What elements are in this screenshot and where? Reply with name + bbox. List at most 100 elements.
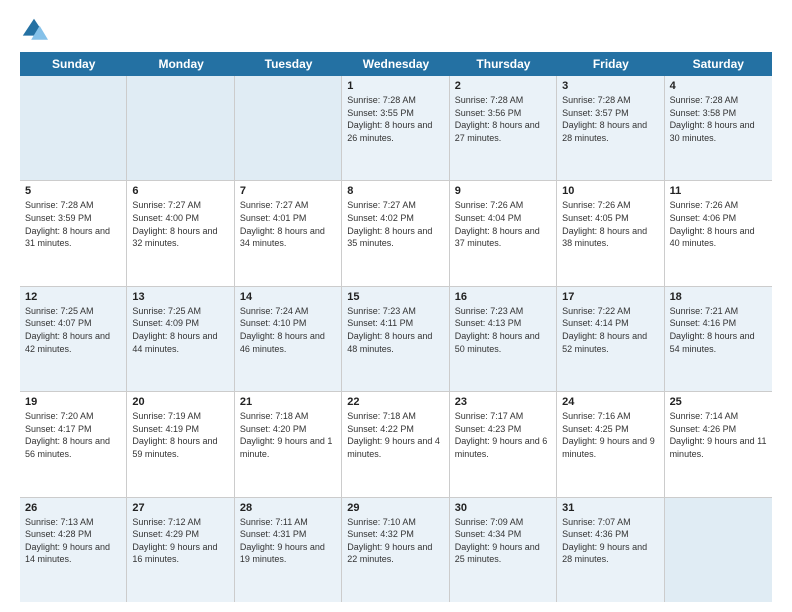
calendar: SundayMondayTuesdayWednesdayThursdayFrid… <box>20 52 772 602</box>
day-info: Sunrise: 7:16 AM Sunset: 4:25 PM Dayligh… <box>562 410 658 460</box>
day-number: 22 <box>347 396 443 408</box>
day-number: 9 <box>455 185 551 197</box>
header-cell-tuesday: Tuesday <box>235 52 342 76</box>
day-info: Sunrise: 7:27 AM Sunset: 4:00 PM Dayligh… <box>132 199 228 249</box>
day-cell-30: 30Sunrise: 7:09 AM Sunset: 4:34 PM Dayli… <box>450 498 557 602</box>
day-number: 15 <box>347 291 443 303</box>
empty-cell <box>20 76 127 180</box>
day-info: Sunrise: 7:26 AM Sunset: 4:04 PM Dayligh… <box>455 199 551 249</box>
day-number: 4 <box>670 80 767 92</box>
day-cell-11: 11 Sunrise: 7:26 AM Sunset: 4:06 PM Dayli… <box>665 181 772 285</box>
header-cell-saturday: Saturday <box>665 52 772 76</box>
day-cell-27: 27 Sunrise: 7:12 AM Sunset: 4:29 PM Dayli… <box>127 498 234 602</box>
header-cell-friday: Friday <box>557 52 664 76</box>
day-info: Sunrise: 7:18 AM Sunset: 4:20 PM Dayligh… <box>240 410 336 460</box>
day-info: Sunrise: 7:27 AM Sunset: 4:01 PM Dayligh… <box>240 199 336 249</box>
day-info: Sunrise: 7:24 AM Sunset: 4:10 PM Dayligh… <box>240 305 336 355</box>
header-cell-sunday: Sunday <box>20 52 127 76</box>
day-number: 13 <box>132 291 228 303</box>
day-cell-5: 5 Sunrise: 7:28 AM Sunset: 3:59 PM Daylig… <box>20 181 127 285</box>
day-cell-22: 22 Sunrise: 7:18 AM Sunset: 4:22 PM Dayli… <box>342 392 449 496</box>
day-info: Sunrise: 7:20 AM Sunset: 4:17 PM Dayligh… <box>25 410 121 460</box>
day-number: 11 <box>670 185 767 197</box>
day-info: Sunrise: 7:25 AM Sunset: 4:09 PM Dayligh… <box>132 305 228 355</box>
day-info: Sunrise: 7:18 AM Sunset: 4:22 PM Dayligh… <box>347 410 443 460</box>
page: SundayMondayTuesdayWednesdayThursdayFrid… <box>0 0 792 612</box>
day-info: Sunrise: 7:28 AM Sunset: 3:55 PM Dayligh… <box>347 94 443 144</box>
day-info: Sunrise: 7:21 AM Sunset: 4:16 PM Dayligh… <box>670 305 767 355</box>
day-cell-15: 15 Sunrise: 7:23 AM Sunset: 4:11 PM Dayli… <box>342 287 449 391</box>
header-cell-thursday: Thursday <box>450 52 557 76</box>
day-number: 31 <box>562 502 658 514</box>
day-info: Sunrise: 7:22 AM Sunset: 4:14 PM Dayligh… <box>562 305 658 355</box>
day-number: 27 <box>132 502 228 514</box>
logo <box>20 16 52 44</box>
day-number: 19 <box>25 396 121 408</box>
cal-row-3: 19 Sunrise: 7:20 AM Sunset: 4:17 PM Dayli… <box>20 392 772 497</box>
day-number: 29 <box>347 502 443 514</box>
day-number: 14 <box>240 291 336 303</box>
day-cell-9: 9 Sunrise: 7:26 AM Sunset: 4:04 PM Daylig… <box>450 181 557 285</box>
day-cell-21: 21 Sunrise: 7:18 AM Sunset: 4:20 PM Dayli… <box>235 392 342 496</box>
day-number: 12 <box>25 291 121 303</box>
day-info: Sunrise: 7:17 AM Sunset: 4:23 PM Dayligh… <box>455 410 551 460</box>
day-info: Sunrise: 7:13 AM Sunset: 4:28 PM Dayligh… <box>25 516 121 566</box>
day-cell-10: 10 Sunrise: 7:26 AM Sunset: 4:05 PM Dayli… <box>557 181 664 285</box>
day-number: 10 <box>562 185 658 197</box>
day-number: 24 <box>562 396 658 408</box>
day-info: Sunrise: 7:28 AM Sunset: 3:58 PM Dayligh… <box>670 94 767 144</box>
day-cell-13: 13 Sunrise: 7:25 AM Sunset: 4:09 PM Dayli… <box>127 287 234 391</box>
day-cell-8: 8 Sunrise: 7:27 AM Sunset: 4:02 PM Daylig… <box>342 181 449 285</box>
day-number: 6 <box>132 185 228 197</box>
day-info: Sunrise: 7:14 AM Sunset: 4:26 PM Dayligh… <box>670 410 767 460</box>
calendar-header: SundayMondayTuesdayWednesdayThursdayFrid… <box>20 52 772 76</box>
day-info: Sunrise: 7:28 AM Sunset: 3:57 PM Dayligh… <box>562 94 658 144</box>
day-cell-29: 29Sunrise: 7:10 AM Sunset: 4:32 PM Dayli… <box>342 498 449 602</box>
day-cell-2: 2Sunrise: 7:28 AM Sunset: 3:56 PM Daylig… <box>450 76 557 180</box>
day-cell-4: 4 Sunrise: 7:28 AM Sunset: 3:58 PM Daylig… <box>665 76 772 180</box>
day-cell-25: 25 Sunrise: 7:14 AM Sunset: 4:26 PM Dayli… <box>665 392 772 496</box>
day-cell-20: 20Sunrise: 7:19 AM Sunset: 4:19 PM Dayli… <box>127 392 234 496</box>
empty-cell <box>235 76 342 180</box>
day-info: Sunrise: 7:07 AM Sunset: 4:36 PM Dayligh… <box>562 516 658 566</box>
day-cell-24: 24 Sunrise: 7:16 AM Sunset: 4:25 PM Dayli… <box>557 392 664 496</box>
day-number: 25 <box>670 396 767 408</box>
day-number: 5 <box>25 185 121 197</box>
cal-row-4: 26 Sunrise: 7:13 AM Sunset: 4:28 PM Dayli… <box>20 498 772 602</box>
day-cell-14: 14 Sunrise: 7:24 AM Sunset: 4:10 PM Dayli… <box>235 287 342 391</box>
header <box>20 16 772 44</box>
day-info: Sunrise: 7:26 AM Sunset: 4:06 PM Dayligh… <box>670 199 767 249</box>
day-number: 1 <box>347 80 443 92</box>
header-cell-monday: Monday <box>127 52 234 76</box>
day-cell-3: 3Sunrise: 7:28 AM Sunset: 3:57 PM Daylig… <box>557 76 664 180</box>
day-number: 28 <box>240 502 336 514</box>
day-cell-16: 16Sunrise: 7:23 AM Sunset: 4:13 PM Dayli… <box>450 287 557 391</box>
day-info: Sunrise: 7:23 AM Sunset: 4:11 PM Dayligh… <box>347 305 443 355</box>
day-number: 8 <box>347 185 443 197</box>
day-cell-23: 23 Sunrise: 7:17 AM Sunset: 4:23 PM Dayli… <box>450 392 557 496</box>
day-info: Sunrise: 7:28 AM Sunset: 3:59 PM Dayligh… <box>25 199 121 249</box>
day-number: 26 <box>25 502 121 514</box>
header-cell-wednesday: Wednesday <box>342 52 449 76</box>
day-cell-31: 31 Sunrise: 7:07 AM Sunset: 4:36 PM Dayli… <box>557 498 664 602</box>
day-cell-26: 26 Sunrise: 7:13 AM Sunset: 4:28 PM Dayli… <box>20 498 127 602</box>
cal-row-0: 1 Sunrise: 7:28 AM Sunset: 3:55 PM Daylig… <box>20 76 772 181</box>
day-number: 16 <box>455 291 551 303</box>
day-number: 23 <box>455 396 551 408</box>
day-number: 21 <box>240 396 336 408</box>
day-number: 18 <box>670 291 767 303</box>
empty-cell <box>127 76 234 180</box>
day-cell-19: 19 Sunrise: 7:20 AM Sunset: 4:17 PM Dayli… <box>20 392 127 496</box>
day-cell-12: 12Sunrise: 7:25 AM Sunset: 4:07 PM Dayli… <box>20 287 127 391</box>
day-cell-28: 28Sunrise: 7:11 AM Sunset: 4:31 PM Dayli… <box>235 498 342 602</box>
day-info: Sunrise: 7:12 AM Sunset: 4:29 PM Dayligh… <box>132 516 228 566</box>
day-info: Sunrise: 7:26 AM Sunset: 4:05 PM Dayligh… <box>562 199 658 249</box>
day-cell-7: 7Sunrise: 7:27 AM Sunset: 4:01 PM Daylig… <box>235 181 342 285</box>
empty-cell <box>665 498 772 602</box>
day-number: 2 <box>455 80 551 92</box>
day-cell-6: 6 Sunrise: 7:27 AM Sunset: 4:00 PM Daylig… <box>127 181 234 285</box>
day-number: 17 <box>562 291 658 303</box>
day-cell-1: 1 Sunrise: 7:28 AM Sunset: 3:55 PM Daylig… <box>342 76 449 180</box>
day-cell-18: 18 Sunrise: 7:21 AM Sunset: 4:16 PM Dayli… <box>665 287 772 391</box>
day-info: Sunrise: 7:27 AM Sunset: 4:02 PM Dayligh… <box>347 199 443 249</box>
